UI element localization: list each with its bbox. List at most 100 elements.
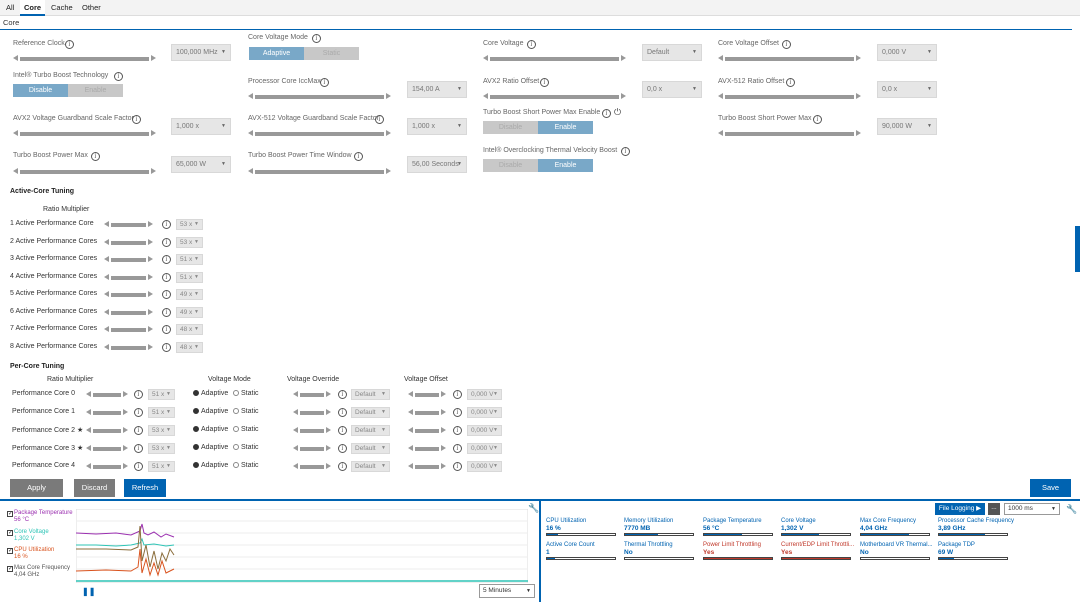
slider-track[interactable] — [490, 57, 619, 61]
slider-right-arrow-icon[interactable] — [123, 409, 128, 415]
avx2-guardband-slider[interactable] — [13, 129, 156, 138]
info-icon[interactable]: i — [162, 342, 171, 352]
short-power-max-slider[interactable] — [718, 129, 861, 138]
wrench-icon[interactable]: 🔧 — [1066, 504, 1077, 515]
save-button[interactable]: Save — [1030, 479, 1071, 497]
info-icon[interactable]: i — [65, 40, 74, 49]
legend-checkbox-cpu-util[interactable]: ✓ — [7, 548, 13, 554]
radio-dot[interactable] — [193, 462, 199, 468]
active-core-ratio-dropdown[interactable]: 49 x ▼ — [176, 306, 203, 318]
voltage-mode-radio-static[interactable]: Static — [233, 408, 259, 415]
slider-track[interactable] — [93, 411, 121, 415]
slider-left-arrow-icon[interactable] — [408, 445, 413, 451]
slider-left-arrow-icon[interactable] — [293, 391, 298, 397]
info-icon[interactable]: i — [338, 462, 347, 471]
voltage-offset-dropdown[interactable]: 0,000 V ▼ — [467, 425, 502, 436]
slider-right-arrow-icon[interactable] — [441, 463, 446, 469]
slider-track[interactable] — [300, 429, 324, 433]
voltage-mode-radio-adaptive[interactable]: Adaptive — [193, 462, 228, 469]
slider-right-arrow-icon[interactable] — [326, 427, 331, 433]
active-core-ratio-slider[interactable] — [104, 220, 153, 229]
per-core-ratio-slider[interactable] — [86, 390, 128, 399]
slider-left-arrow-icon[interactable] — [293, 427, 298, 433]
avx512-ratio-offset-slider[interactable] — [718, 92, 861, 101]
active-core-ratio-slider[interactable] — [104, 255, 153, 264]
slider-right-arrow-icon[interactable] — [386, 168, 391, 174]
info-icon[interactable]: i — [162, 325, 171, 334]
info-icon[interactable]: i — [134, 444, 143, 453]
slider-track[interactable] — [415, 429, 439, 433]
power-time-window-dropdown[interactable]: 56,00 Seconds ▼ — [407, 156, 467, 173]
info-icon[interactable]: i — [134, 390, 143, 399]
voltage-mode-radio-adaptive[interactable]: Adaptive — [193, 426, 228, 433]
avx2-ratio-offset-dropdown[interactable]: 0,0 x ▼ — [642, 81, 702, 98]
slider-left-arrow-icon[interactable] — [104, 326, 109, 332]
tab-all[interactable]: All — [2, 0, 18, 16]
radio-dot[interactable] — [193, 444, 199, 450]
voltage-mode-radio-static[interactable]: Static — [233, 444, 259, 451]
voltage-offset-slider[interactable] — [408, 390, 446, 399]
info-icon[interactable]: i — [338, 444, 347, 453]
slider-right-arrow-icon[interactable] — [856, 55, 861, 61]
core-voltage-mode-toggle[interactable]: Adaptive Static — [249, 47, 359, 60]
slider-track[interactable] — [93, 393, 121, 397]
active-core-ratio-dropdown[interactable]: 49 x ▼ — [176, 289, 203, 300]
radio-dot[interactable] — [233, 462, 239, 468]
slider-right-arrow-icon[interactable] — [148, 273, 153, 280]
slider-track[interactable] — [93, 447, 121, 451]
info-icon[interactable]: i — [338, 426, 347, 435]
slider-left-arrow-icon[interactable] — [718, 130, 723, 136]
slider-left-arrow-icon[interactable] — [104, 273, 109, 280]
slider-right-arrow-icon[interactable] — [441, 409, 446, 415]
slider-track[interactable] — [300, 393, 324, 397]
slider-track[interactable] — [111, 310, 146, 315]
info-icon[interactable]: i — [813, 115, 822, 124]
info-icon[interactable]: i — [338, 408, 347, 417]
slider-left-arrow-icon[interactable] — [86, 427, 91, 433]
info-icon[interactable]: i — [114, 72, 123, 81]
slider-right-arrow-icon[interactable] — [386, 130, 391, 136]
slider-left-arrow-icon[interactable] — [293, 445, 298, 451]
active-core-ratio-slider[interactable] — [104, 290, 153, 299]
info-icon[interactable]: i — [540, 78, 549, 87]
slider-right-arrow-icon[interactable] — [123, 463, 128, 469]
slider-track[interactable] — [490, 95, 619, 99]
toggle-option-adaptive[interactable]: Adaptive — [249, 47, 304, 60]
slider-left-arrow-icon[interactable] — [483, 55, 488, 61]
tvb-toggle[interactable]: Disable Enable — [483, 159, 593, 172]
core-voltage-offset-slider[interactable] — [718, 54, 861, 63]
legend-checkbox-max-freq[interactable]: ✓ — [7, 566, 13, 572]
slider-left-arrow-icon[interactable] — [86, 409, 91, 415]
per-core-ratio-dropdown[interactable]: 51 x ▼ — [148, 389, 175, 400]
slider-track[interactable] — [415, 447, 439, 451]
slider-left-arrow-icon[interactable] — [483, 93, 488, 99]
slider-track[interactable] — [725, 132, 854, 136]
active-core-ratio-dropdown[interactable]: 51 x ▼ — [176, 254, 203, 265]
slider-right-arrow-icon[interactable] — [441, 427, 446, 433]
voltage-override-slider[interactable] — [293, 426, 331, 435]
info-icon[interactable]: i — [453, 408, 462, 417]
voltage-offset-dropdown[interactable]: 0,000 V ▼ — [467, 407, 502, 418]
toggle-option-disable[interactable]: Disable — [483, 121, 538, 134]
slider-right-arrow-icon[interactable] — [123, 391, 128, 397]
legend-checkbox-core-voltage[interactable]: ✓ — [7, 530, 13, 536]
active-core-ratio-slider[interactable] — [104, 238, 153, 247]
slider-right-arrow-icon[interactable] — [123, 445, 128, 451]
info-icon[interactable]: i — [312, 34, 321, 43]
info-icon[interactable]: i — [134, 462, 143, 471]
power-max-slider[interactable] — [13, 167, 156, 176]
slider-left-arrow-icon[interactable] — [104, 238, 109, 245]
slider-track[interactable] — [111, 240, 146, 245]
radio-dot[interactable] — [193, 408, 199, 414]
radio-dot[interactable] — [193, 426, 199, 432]
info-icon[interactable]: i — [786, 78, 795, 87]
info-icon[interactable]: i — [621, 147, 630, 156]
slider-left-arrow-icon[interactable] — [408, 427, 413, 433]
voltage-offset-slider[interactable] — [408, 462, 446, 471]
slider-left-arrow-icon[interactable] — [718, 55, 723, 61]
info-icon[interactable]: i — [354, 152, 363, 161]
slider-left-arrow-icon[interactable] — [13, 168, 18, 174]
info-icon[interactable]: i — [162, 255, 171, 264]
slider-left-arrow-icon[interactable] — [86, 391, 91, 397]
info-icon[interactable]: i — [162, 290, 171, 299]
